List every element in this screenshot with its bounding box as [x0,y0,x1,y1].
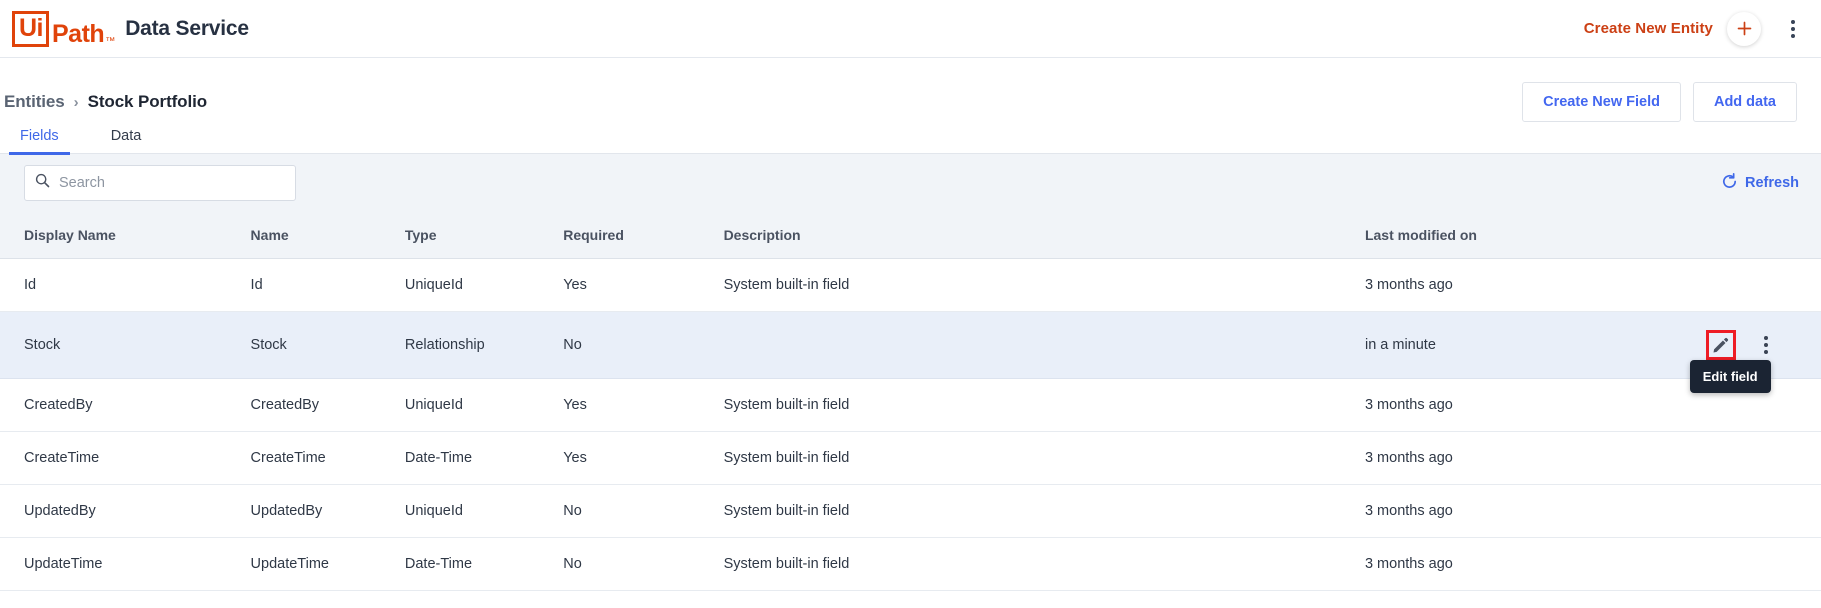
cell-actions [1705,537,1821,591]
column-header-description[interactable]: Description [723,212,1365,259]
cell-actions [1705,431,1821,485]
uipath-logo[interactable]: Ui Path ™ [12,10,116,48]
cell-required: No [563,484,724,538]
cell-name: UpdateTime [250,537,405,591]
cell-description: System built-in field [723,378,1365,432]
cell-last-modified: in a minute [1364,311,1706,379]
table-toolbar: Refresh [0,154,1821,212]
cell-required: Yes [563,378,724,432]
page-action-buttons: Create New Field Add data [1522,82,1797,122]
row-action-group: Edit field [1689,330,1821,393]
table-body: Id Id UniqueId Yes System built-in field… [0,258,1821,591]
create-new-entity-label[interactable]: Create New Entity [1584,20,1713,37]
cell-actions [1705,258,1821,312]
cell-last-modified: 3 months ago [1364,378,1706,432]
column-header-last-modified-on[interactable]: Last modified on [1364,212,1706,259]
logo-trademark-icon: ™ [105,35,116,47]
cell-description: System built-in field [723,484,1365,538]
cell-last-modified: 3 months ago [1364,537,1706,591]
app-header-actions: Create New Entity [1584,11,1799,46]
search-input[interactable] [59,175,285,191]
refresh-button[interactable]: Refresh [1721,172,1799,194]
pencil-edit-icon[interactable] [1705,330,1736,360]
cell-name: CreatedBy [250,378,405,432]
search-box[interactable] [24,165,296,201]
cell-description: System built-in field [723,258,1365,312]
cell-required: Yes [563,431,724,485]
column-header-required[interactable]: Required [563,212,724,259]
table-row[interactable]: Id Id UniqueId Yes System built-in field… [0,258,1821,312]
cell-display-name: Stock [0,311,251,379]
kebab-menu-icon[interactable] [1787,14,1799,44]
search-icon [35,173,50,193]
logo-ui-mark: Ui [12,10,49,47]
plus-icon[interactable] [1727,11,1761,46]
cell-description: System built-in field [723,537,1365,591]
tab-bar: Fields Data [0,120,1821,155]
cell-display-name: CreatedBy [0,378,251,432]
page-title: Stock Portfolio [87,92,208,111]
table-row[interactable]: CreateTime CreateTime Date-Time Yes Syst… [0,431,1821,485]
cell-display-name: UpdatedBy [0,484,251,538]
cell-name: UpdatedBy [250,484,405,538]
table-row[interactable]: CreatedBy CreatedBy UniqueId Yes System … [0,378,1821,432]
cell-actions [1705,484,1821,538]
cell-type: UniqueId [404,258,564,312]
cell-required: No [563,311,724,379]
cell-description [723,311,1365,379]
cell-last-modified: 3 months ago [1364,258,1706,312]
cell-display-name: CreateTime [0,431,251,485]
cell-type: UniqueId [404,378,564,432]
product-title: Data Service [125,16,249,40]
cell-name: Stock [250,311,405,379]
cell-last-modified: 3 months ago [1364,484,1706,538]
tab-data[interactable]: Data [105,128,148,153]
cell-required: No [563,537,724,591]
cell-required: Yes [563,258,724,312]
cell-display-name: Id [0,258,251,312]
add-data-button[interactable]: Add data [1692,82,1797,122]
refresh-icon [1721,172,1738,194]
app-header: Ui Path ™ Data Service Create New Entity [0,0,1821,58]
chevron-right-icon: › [73,93,79,111]
cell-display-name: UpdateTime [0,537,251,591]
table-header-row: Display Name Name Type Required Descript… [0,212,1821,259]
refresh-label: Refresh [1745,175,1799,191]
table-row[interactable]: UpdateTime UpdateTime Date-Time No Syste… [0,537,1821,591]
column-header-actions [1705,212,1821,259]
cell-actions: Edit field [1689,311,1821,393]
edit-field-tooltip: Edit field [1689,360,1771,393]
breadcrumb-row: Entities › Stock Portfolio Create New Fi… [0,58,1821,122]
cell-type: UniqueId [404,484,564,538]
table-header: Display Name Name Type Required Descript… [0,212,1821,259]
tab-fields[interactable]: Fields [9,128,70,155]
cell-type: Relationship [404,311,564,379]
column-header-type[interactable]: Type [404,212,564,259]
create-new-field-button[interactable]: Create New Field [1522,82,1681,122]
column-header-display-name[interactable]: Display Name [0,212,251,259]
cell-last-modified: 3 months ago [1364,431,1706,485]
table-row[interactable]: Stock Stock Relationship No in a minute [0,311,1821,393]
logo-path-text: Path [52,19,105,48]
cell-name: CreateTime [250,431,405,485]
table-row[interactable]: UpdatedBy UpdatedBy UniqueId No System b… [0,484,1821,538]
row-kebab-menu-icon[interactable] [1758,332,1774,358]
cell-type: Date-Time [404,537,564,591]
fields-table: Display Name Name Type Required Descript… [0,212,1821,591]
cell-name: Id [250,258,405,312]
column-header-name[interactable]: Name [250,212,405,259]
breadcrumb-parent-entities[interactable]: Entities [4,92,65,112]
cell-type: Date-Time [404,431,564,485]
cell-description: System built-in field [723,431,1365,485]
